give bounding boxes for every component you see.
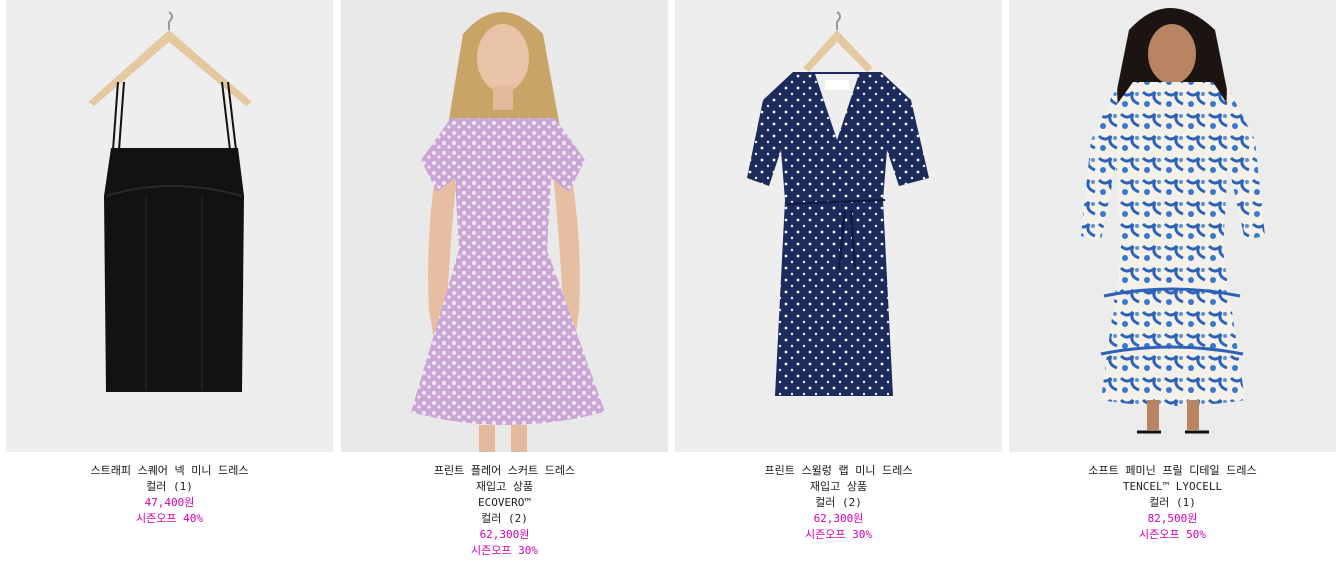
product-price: 62,300원 xyxy=(479,528,530,541)
product-discount: 시즌오프 50% xyxy=(1139,528,1206,541)
product-name[interactable]: 소프트 페미닌 프릴 디테일 드레스 xyxy=(1009,463,1336,479)
product-meta: 스트래피 스퀘어 넥 미니 드레스 컬러 (1) 47,400원 시즌오프 40… xyxy=(6,452,333,527)
product-colors: 컬러 (1) xyxy=(1149,496,1196,509)
product-grid: 스트래피 스퀘어 넥 미니 드레스 컬러 (1) 47,400원 시즌오프 40… xyxy=(0,0,1340,567)
product-material: TENCEL™ LYOCELL xyxy=(1122,480,1223,493)
product-meta: 프린트 스윌렁 랩 미니 드레스 재입고 상품 컬러 (2) 62,300원 시… xyxy=(675,452,1002,543)
product-image[interactable] xyxy=(341,0,668,452)
product-price: 82,500원 xyxy=(1147,512,1198,525)
black-dress-illustration xyxy=(6,0,333,452)
product-meta: 프린트 플레어 스커트 드레스 재입고 상품 ECOVERO™ 컬러 (2) 6… xyxy=(341,452,668,559)
product-colors: 컬러 (2) xyxy=(815,496,862,509)
model-lilac-dress-illustration xyxy=(341,0,668,452)
product-image[interactable] xyxy=(675,0,1002,452)
product-discount: 시즌오프 30% xyxy=(471,544,538,557)
product-card[interactable]: 프린트 스윌렁 랩 미니 드레스 재입고 상품 컬러 (2) 62,300원 시… xyxy=(675,0,1002,543)
product-name[interactable]: 프린트 스윌렁 랩 미니 드레스 xyxy=(675,463,1002,479)
product-restock: 재입고 상품 xyxy=(809,480,868,493)
product-colors: 컬러 (1) xyxy=(146,480,193,493)
product-image[interactable] xyxy=(6,0,333,452)
product-card[interactable]: 소프트 페미닌 프릴 디테일 드레스 TENCEL™ LYOCELL 컬러 (1… xyxy=(1009,0,1336,543)
product-name[interactable]: 프린트 플레어 스커트 드레스 xyxy=(341,463,668,479)
product-discount: 시즌오프 40% xyxy=(136,512,203,525)
product-colors: 컬러 (2) xyxy=(481,512,528,525)
product-meta: 소프트 페미닌 프릴 디테일 드레스 TENCEL™ LYOCELL 컬러 (1… xyxy=(1009,452,1336,543)
product-price: 47,400원 xyxy=(144,496,195,509)
product-restock: 재입고 상품 xyxy=(475,480,534,493)
product-name[interactable]: 스트래피 스퀘어 넥 미니 드레스 xyxy=(6,463,333,479)
navy-dot-dress-illustration xyxy=(675,0,1002,452)
model-blue-maxi-dress-illustration xyxy=(1009,0,1336,452)
product-discount: 시즌오프 30% xyxy=(805,528,872,541)
product-price: 62,300원 xyxy=(813,512,864,525)
product-material: ECOVERO™ xyxy=(478,496,531,509)
product-image[interactable] xyxy=(1009,0,1336,452)
product-card[interactable]: 스트래피 스퀘어 넥 미니 드레스 컬러 (1) 47,400원 시즌오프 40… xyxy=(6,0,333,527)
product-card[interactable]: 프린트 플레어 스커트 드레스 재입고 상품 ECOVERO™ 컬러 (2) 6… xyxy=(341,0,668,559)
